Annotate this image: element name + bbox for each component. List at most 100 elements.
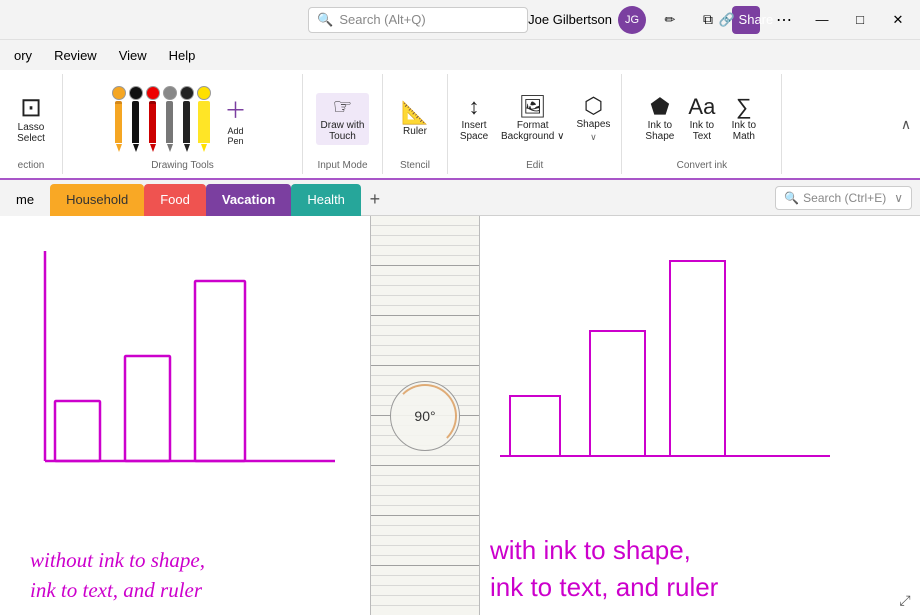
- pen-red-tip: [150, 144, 156, 152]
- pen-black-shaft: [132, 101, 139, 143]
- search-placeholder: Search (Alt+Q): [339, 12, 425, 27]
- draw-with-touch-button[interactable]: ☞ Draw withTouch: [316, 93, 370, 145]
- minimize-btn[interactable]: —: [808, 6, 836, 34]
- tabs-search[interactable]: 🔍 Search (Ctrl+E) ∨: [775, 186, 912, 210]
- lasso-select-button[interactable]: ⊡ LassoSelect: [6, 91, 56, 147]
- pen-yellow-swatch: [197, 86, 211, 100]
- convert-top: ⬟ Ink toShape Aa Ink toText ∑ Ink toMath: [640, 78, 764, 160]
- annotation-left-line1: without ink to shape,: [30, 546, 370, 575]
- pen-red[interactable]: [146, 86, 160, 152]
- avatar: JG: [618, 6, 646, 34]
- pen-darkgray-swatch: [180, 86, 194, 100]
- pen-orange[interactable]: [112, 86, 126, 152]
- menu-bar: ory Review View Help: [0, 40, 920, 70]
- pen-gray-swatch: [163, 86, 177, 100]
- tabs-search-placeholder: Search (Ctrl+E): [803, 191, 886, 205]
- shapes-icon: ⬡: [584, 95, 603, 117]
- pen-yellow-tip: [201, 144, 207, 152]
- selection-tools: ⊡ LassoSelect: [6, 78, 56, 160]
- annotation-left-line2: ink to text, and ruler: [30, 576, 370, 605]
- ribbon-collapse-btn[interactable]: ∧: [896, 114, 916, 134]
- ruler-button[interactable]: 📐 Ruler: [389, 99, 441, 140]
- ribbon-group-drawing: ＋ AddPen Drawing Tools: [63, 74, 303, 174]
- tab-food[interactable]: Food: [144, 184, 206, 216]
- pen-icon-btn[interactable]: ✏: [656, 6, 684, 34]
- ink-to-shape-button[interactable]: ⬟ Ink toShape: [640, 93, 680, 145]
- ribbon-inner: ⊡ LassoSelect ection: [0, 74, 920, 174]
- expand-canvas-button[interactable]: ⤢: [896, 591, 914, 609]
- title-bar-right: Joe Gilbertson JG ✏ ⧉ 🔗 Share ⋯ — □ ✕: [528, 6, 912, 34]
- shapes-button[interactable]: ⬡ Shapes ∨: [571, 92, 615, 146]
- ink-to-text-button[interactable]: Aa Ink toText: [682, 93, 722, 145]
- pen-gray-shaft: [166, 101, 173, 143]
- pen-darkgray-shaft: [183, 101, 190, 143]
- ribbon-group-selection: ⊡ LassoSelect ection: [0, 74, 63, 174]
- menu-review[interactable]: Review: [44, 44, 107, 67]
- draw-touch-icon: ☞: [333, 96, 353, 118]
- tab-health[interactable]: Health: [291, 184, 361, 216]
- edit-top: ↕ InsertSpace 🖼 FormatBackground ∨ ⬡ Sha…: [454, 78, 615, 160]
- search-icon: 🔍: [317, 12, 333, 28]
- annotation-right-line1: with ink to shape,: [490, 532, 870, 568]
- tab-household[interactable]: Household: [50, 184, 144, 216]
- add-pen-icon: ＋: [224, 93, 246, 125]
- format-background-icon: 🖼: [519, 96, 547, 118]
- menu-help[interactable]: Help: [159, 44, 206, 67]
- section-label-selection: ection: [18, 160, 45, 174]
- menu-view[interactable]: View: [109, 44, 157, 67]
- tab-health-label: Health: [307, 192, 345, 207]
- tab-vacation[interactable]: Vacation: [206, 184, 291, 216]
- pen-gray-tip: [167, 144, 173, 152]
- ribbon-group-stencil: 📐 Ruler Stencil: [383, 74, 448, 174]
- shapes-expand-icon: ∨: [590, 132, 597, 143]
- section-label-convert: Convert ink: [677, 160, 728, 174]
- extra-btn[interactable]: ⋯: [770, 6, 798, 34]
- canvas-area[interactable]: 90° without ink to shape, ink to text, a…: [0, 216, 920, 615]
- tabs-search-dropdown-icon[interactable]: ∨: [894, 191, 903, 205]
- tab-vacation-label: Vacation: [222, 192, 275, 207]
- drawing-left-svg: [25, 231, 365, 501]
- maximize-btn[interactable]: □: [846, 6, 874, 34]
- ink-to-text-icon: Aa: [688, 96, 715, 118]
- tabs-search-icon: 🔍: [784, 191, 799, 205]
- pen-yellow-shaft: [198, 101, 210, 143]
- share-button[interactable]: 🔗 Share: [732, 6, 760, 34]
- stencil-top: 📐 Ruler: [389, 78, 441, 160]
- tab-home[interactable]: me: [0, 184, 50, 216]
- drawing-right-svg: [490, 231, 860, 501]
- add-pen-button[interactable]: ＋ AddPen: [218, 91, 254, 148]
- menu-ory[interactable]: ory: [4, 44, 42, 67]
- user-name: Joe Gilbertson: [528, 12, 612, 27]
- search-box[interactable]: 🔍 Search (Alt+Q): [308, 7, 528, 33]
- ribbon-group-edit: ↕ InsertSpace 🖼 FormatBackground ∨ ⬡ Sha…: [448, 74, 622, 174]
- pen-black-tip: [133, 144, 139, 152]
- insert-space-button[interactable]: ↕ InsertSpace: [454, 93, 494, 145]
- pen-yellow-highlighter[interactable]: [197, 86, 211, 152]
- pen-darkgray-tip: [184, 144, 190, 152]
- pen-icon: ✏: [665, 12, 676, 28]
- pen-black-swatch: [129, 86, 143, 100]
- title-bar: 🔍 Search (Alt+Q) Joe Gilbertson JG ✏ ⧉ 🔗…: [0, 0, 920, 40]
- close-btn[interactable]: ✕: [884, 6, 912, 34]
- tab-food-label: Food: [160, 192, 190, 207]
- pen-red-swatch: [146, 86, 160, 100]
- input-mode-top: ☞ Draw withTouch: [316, 78, 370, 160]
- ink-to-math-button[interactable]: ∑ Ink toMath: [724, 93, 764, 145]
- annotation-left: without ink to shape, ink to text, and r…: [30, 546, 370, 605]
- lasso-icon: ⊡: [20, 94, 42, 120]
- pen-orange-tip: [116, 144, 122, 152]
- annotation-right: with ink to shape, ink to text, and rule…: [490, 532, 870, 605]
- pen-black[interactable]: [129, 86, 143, 152]
- pen-darkgray[interactable]: [180, 86, 194, 152]
- ruler-overlay: 90°: [370, 216, 480, 615]
- ink-to-shape-icon: ⬟: [650, 96, 669, 118]
- pen-gray[interactable]: [163, 86, 177, 152]
- tab-add-button[interactable]: +: [361, 186, 389, 214]
- pen-orange-shaft: [115, 101, 122, 143]
- tab-household-label: Household: [66, 192, 128, 207]
- pen-red-shaft: [149, 101, 156, 143]
- section-label-stencil: Stencil: [400, 160, 430, 174]
- format-background-button[interactable]: 🖼 FormatBackground ∨: [496, 93, 569, 145]
- insert-space-icon: ↕: [469, 96, 480, 118]
- user-info: Joe Gilbertson JG: [528, 6, 646, 34]
